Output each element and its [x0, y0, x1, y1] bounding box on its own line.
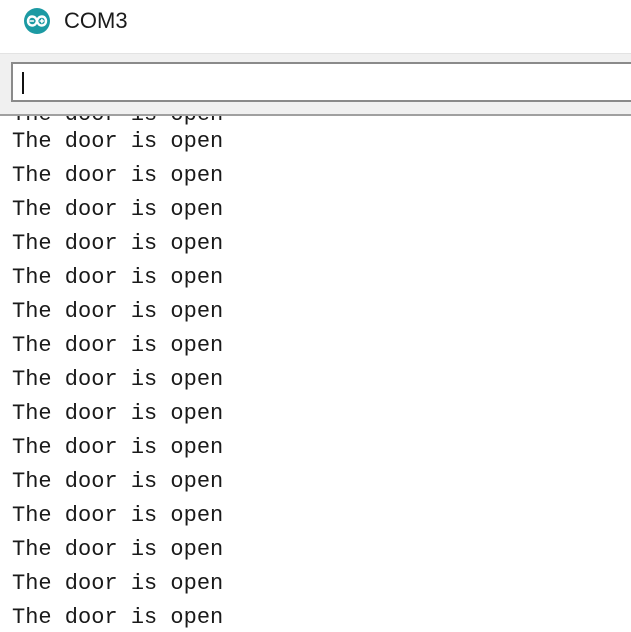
output-line: The door is open [12, 469, 224, 494]
output-line: The door is open [12, 401, 224, 426]
output-line: The door is open [12, 605, 224, 630]
output-line: The door is open [12, 537, 224, 562]
serial-send-input[interactable] [11, 62, 631, 102]
output-line: The door is open [12, 571, 224, 596]
output-line: The door is open [12, 129, 224, 154]
serial-output[interactable]: The door is open The door is open The do… [0, 116, 631, 632]
title-bar: COM3 [0, 0, 631, 42]
output-line: The door is open [12, 197, 224, 222]
output-line: The door is open [12, 163, 224, 188]
input-toolbar [0, 53, 631, 116]
arduino-infinity-icon [24, 8, 50, 34]
text-caret [22, 72, 24, 94]
output-line: The door is open [12, 367, 224, 392]
output-line: The door is open [12, 503, 224, 528]
serial-monitor-window: COM3 The door is open The door is open T… [0, 0, 631, 632]
output-line: The door is open [12, 299, 224, 324]
output-line: The door is open [12, 435, 224, 460]
output-line: The door is open [12, 333, 224, 358]
window-title: COM3 [64, 8, 128, 33]
output-line: The door is open [12, 265, 224, 290]
output-line: The door is open [12, 231, 224, 256]
